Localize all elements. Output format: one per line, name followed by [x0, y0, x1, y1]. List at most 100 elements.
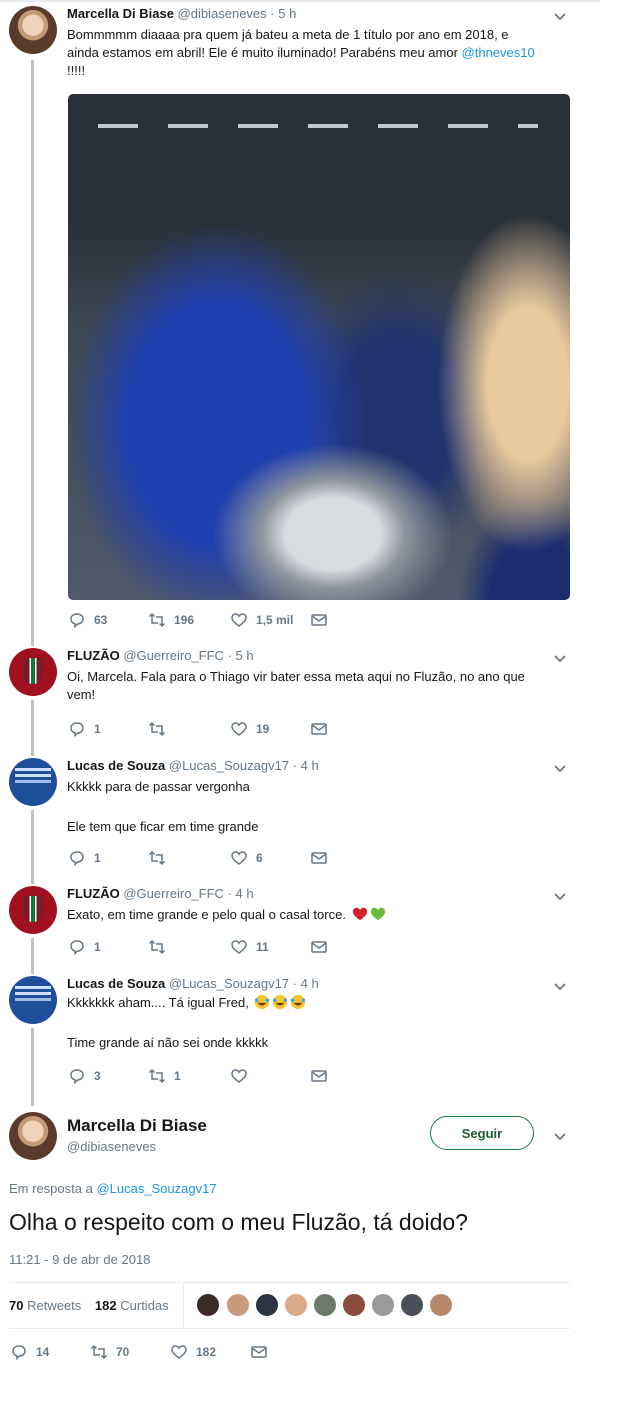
thread-line [31, 60, 34, 646]
avatar-graphic [15, 986, 51, 989]
laughing-emoji [291, 994, 306, 1010]
chevron-down-icon[interactable] [552, 760, 568, 776]
like-icon [231, 613, 247, 627]
retweet-button[interactable]: 70 [90, 1342, 129, 1362]
like-button[interactable] [230, 1066, 256, 1086]
tweet-header: Lucas de Souza @Lucas_Souzagv17 · 4 h [67, 758, 319, 773]
author-name[interactable]: FLUZÃO [67, 886, 120, 901]
avatar[interactable] [9, 886, 57, 934]
chevron-down-icon[interactable] [552, 650, 568, 666]
tweet-header: FLUZÃO @Guerreiro_FFC · 5 h [67, 648, 254, 663]
retweet-icon [148, 1068, 166, 1084]
laughing-emoji [273, 994, 288, 1010]
author-name[interactable]: Marcella Di Biase [67, 1116, 207, 1136]
retweet-button[interactable] [148, 719, 174, 739]
liker-avatar[interactable] [255, 1293, 279, 1317]
author-name[interactable]: FLUZÃO [67, 648, 120, 663]
avatar[interactable] [9, 758, 57, 806]
retweet-button[interactable]: 1 [148, 1066, 181, 1086]
likes-stat-label: Curtidas [120, 1298, 169, 1313]
liker-avatar[interactable] [400, 1293, 424, 1317]
tweet-photo[interactable] [68, 94, 570, 600]
liker-avatar[interactable] [371, 1293, 395, 1317]
author-handle[interactable]: @Lucas_Souzagv17 [169, 758, 289, 773]
chevron-down-icon[interactable] [552, 1128, 568, 1144]
author-handle[interactable]: @Guerreiro_FFC [123, 886, 224, 901]
liker-avatar[interactable] [429, 1293, 453, 1317]
heart-green-emoji [370, 907, 385, 921]
author-name[interactable]: Lucas de Souza [67, 758, 165, 773]
message-button[interactable] [310, 719, 328, 739]
reply-count: 1 [94, 722, 101, 736]
reply-count: 3 [94, 1069, 101, 1083]
tweet-timestamp[interactable]: 11:21 - 9 de abr de 2018 [9, 1252, 150, 1267]
retweet-button[interactable]: 196 [148, 610, 194, 630]
follow-button[interactable]: Seguir [430, 1116, 534, 1150]
like-button[interactable]: 6 [230, 848, 263, 868]
retweet-button[interactable] [148, 937, 174, 957]
stadium-lights [98, 124, 538, 128]
reply-button[interactable]: 14 [10, 1342, 49, 1362]
chevron-down-icon[interactable] [552, 8, 568, 24]
laughing-emoji [255, 994, 270, 1010]
like-button[interactable]: 19 [230, 719, 269, 739]
tweet-time[interactable]: · 5 h [228, 648, 254, 663]
reply-button[interactable]: 63 [68, 610, 107, 630]
avatar[interactable] [9, 6, 57, 54]
liker-avatar[interactable] [226, 1293, 250, 1317]
message-button[interactable] [310, 848, 328, 868]
message-button[interactable] [250, 1342, 268, 1362]
mention-link[interactable]: @thneves10 [462, 45, 535, 60]
author-name[interactable]: Marcella Di Biase [67, 6, 174, 21]
reply-button[interactable]: 1 [68, 937, 101, 957]
avatar[interactable] [9, 976, 57, 1024]
reply-button[interactable]: 3 [68, 1066, 101, 1086]
author-handle[interactable]: @Guerreiro_FFC [123, 648, 224, 663]
author-handle[interactable]: @Lucas_Souzagv17 [169, 976, 289, 991]
avatar[interactable] [9, 648, 57, 696]
like-count: 1,5 mil [256, 613, 294, 627]
message-icon [251, 1346, 267, 1358]
divider [9, 1282, 570, 1283]
liker-avatar[interactable] [342, 1293, 366, 1317]
chevron-down-icon[interactable] [552, 888, 568, 904]
tweet-text-line: vem! [67, 687, 96, 702]
tweet-text: Kkkkkkk aham.... Tá igual Fred, Time gra… [67, 994, 577, 1052]
reply-button[interactable]: 1 [68, 719, 101, 739]
likes-stat-count: 182 [94, 1298, 117, 1313]
message-button[interactable] [310, 610, 328, 630]
retweets-stat[interactable]: 70 Retweets [9, 1298, 81, 1313]
replying-to-link[interactable]: @Lucas_Souzagv17 [96, 1181, 216, 1196]
like-button[interactable]: 1,5 mil [230, 610, 293, 630]
like-count: 6 [256, 851, 263, 865]
reply-button[interactable]: 1 [68, 848, 101, 868]
chevron-down-icon[interactable] [552, 978, 568, 994]
author-name[interactable]: Lucas de Souza [67, 976, 165, 991]
retweet-button[interactable] [148, 848, 174, 868]
tweet-time[interactable]: · 4 h [293, 976, 319, 991]
tweet-text: Kkkkk para de passar vergonha Ele tem qu… [67, 778, 577, 836]
like-button[interactable]: 11 [230, 937, 269, 957]
like-button[interactable]: 182 [170, 1342, 216, 1362]
tweet-header: Lucas de Souza @Lucas_Souzagv17 · 4 h [67, 976, 319, 991]
message-icon [311, 723, 327, 735]
tweet-text: Bommmmm diaaaa pra quem já bateu a meta … [67, 26, 577, 80]
replying-prefix: Em resposta a [9, 1181, 97, 1196]
tweet-time[interactable]: · 4 h [228, 886, 254, 901]
replying-to: Em resposta a @Lucas_Souzagv17 [9, 1181, 217, 1196]
tweet-text: Oi, Marcela. Fala para o Thiago vir bate… [67, 668, 577, 704]
message-button[interactable] [310, 1066, 328, 1086]
tweet-time[interactable]: · 5 h [270, 6, 296, 21]
message-button[interactable] [310, 937, 328, 957]
divider [9, 1328, 570, 1329]
author-handle[interactable]: @dibiaseneves [178, 6, 267, 21]
likes-stat[interactable]: 182 Curtidas [95, 1298, 169, 1313]
tweet-stats: 70 Retweets 182 Curtidas [9, 1298, 169, 1313]
avatar[interactable] [9, 1112, 57, 1160]
liker-avatar[interactable] [313, 1293, 337, 1317]
liker-avatar[interactable] [284, 1293, 308, 1317]
tweet-time[interactable]: · 4 h [293, 758, 319, 773]
author-handle[interactable]: @dibiaseneves [67, 1139, 156, 1154]
liker-avatar[interactable] [196, 1293, 220, 1317]
tweet-text-line: Exato, em time grande e pelo qual o casa… [67, 907, 346, 922]
